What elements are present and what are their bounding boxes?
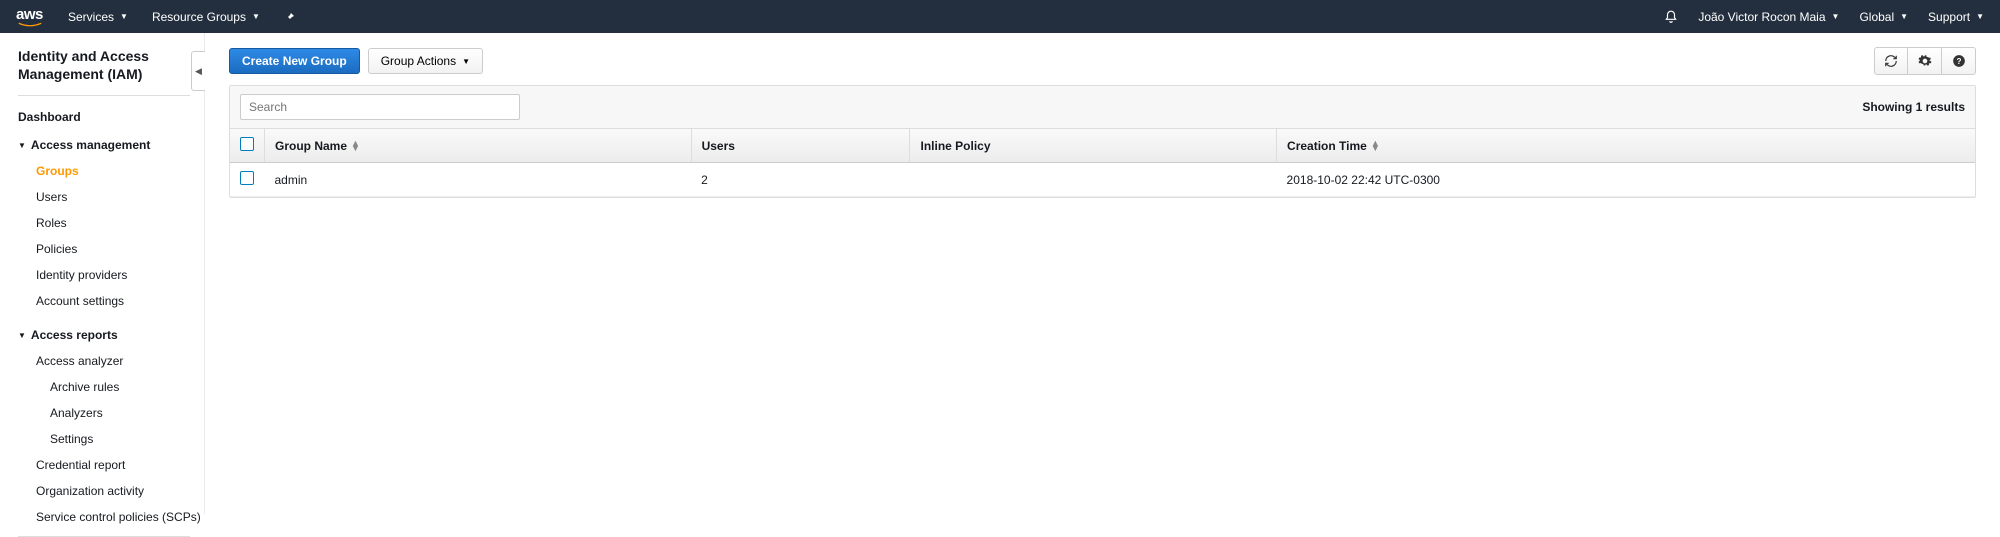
aws-logo[interactable]: aws — [16, 7, 44, 27]
sort-icon: ▲▼ — [351, 141, 360, 151]
cell-users: 2 — [691, 163, 910, 197]
groups-panel: Showing 1 results Group Name▲▼ Users Inl… — [229, 85, 1976, 198]
sidebar-item-roles[interactable]: Roles — [18, 210, 204, 236]
sidebar-item-groups[interactable]: Groups — [18, 158, 204, 184]
notifications-icon[interactable] — [1664, 10, 1678, 24]
sidebar-item-credential-report[interactable]: Credential report — [18, 452, 204, 478]
aws-swoosh-icon — [16, 22, 44, 27]
sidebar: ◀ Identity and Access Management (IAM) D… — [0, 33, 205, 514]
sidebar-item-archive-rules[interactable]: Archive rules — [18, 374, 204, 400]
nav-region[interactable]: Global▼ — [1859, 10, 1908, 24]
table-row[interactable]: admin 2 2018-10-02 22:42 UTC-0300 — [230, 163, 1975, 197]
pin-icon[interactable] — [284, 11, 296, 23]
sidebar-item-settings[interactable]: Settings — [18, 426, 204, 452]
sidebar-title: Identity and Access Management (IAM) — [18, 47, 190, 96]
top-nav: aws Services▼ Resource Groups▼ João Vict… — [0, 0, 2000, 33]
sidebar-collapse-handle[interactable]: ◀ — [191, 51, 205, 91]
triangle-down-icon: ▼ — [18, 331, 26, 340]
main-content: Create New Group Group Actions▼ ? Showin… — [205, 33, 2000, 514]
caret-down-icon: ▼ — [252, 12, 260, 21]
help-icon: ? — [1952, 54, 1966, 68]
create-new-group-button[interactable]: Create New Group — [229, 48, 360, 74]
caret-down-icon: ▼ — [462, 57, 470, 66]
sidebar-item-users[interactable]: Users — [18, 184, 204, 210]
svg-text:?: ? — [1956, 57, 1961, 66]
sidebar-section-access-reports[interactable]: ▼ Access reports — [18, 320, 204, 348]
select-all-checkbox[interactable] — [240, 137, 254, 151]
col-creation-time[interactable]: Creation Time▲▼ — [1277, 129, 1975, 163]
groups-table: Group Name▲▼ Users Inline Policy Creatio… — [230, 129, 1975, 197]
sidebar-item-access-analyzer[interactable]: Access analyzer — [18, 348, 204, 374]
sidebar-item-analyzers[interactable]: Analyzers — [18, 400, 204, 426]
col-group-name[interactable]: Group Name▲▼ — [265, 129, 692, 163]
sidebar-item-policies[interactable]: Policies — [18, 236, 204, 262]
col-users[interactable]: Users — [691, 129, 910, 163]
row-checkbox[interactable] — [240, 171, 254, 185]
panel-filter-bar: Showing 1 results — [230, 86, 1975, 129]
help-button[interactable]: ? — [1942, 47, 1976, 75]
settings-button[interactable] — [1908, 47, 1942, 75]
nav-services[interactable]: Services▼ — [68, 10, 128, 24]
caret-down-icon: ▼ — [1832, 12, 1840, 21]
group-actions-button[interactable]: Group Actions▼ — [368, 48, 483, 74]
col-select-all[interactable] — [230, 129, 265, 163]
caret-down-icon: ▼ — [120, 12, 128, 21]
results-count: Showing 1 results — [1862, 100, 1965, 114]
sidebar-section-access-management[interactable]: ▼ Access management — [18, 130, 204, 158]
nav-resource-groups[interactable]: Resource Groups▼ — [152, 10, 260, 24]
toolbar: Create New Group Group Actions▼ ? — [229, 47, 1976, 75]
search-input[interactable] — [240, 94, 520, 120]
nav-left: Services▼ Resource Groups▼ — [68, 10, 296, 24]
sidebar-item-identity-providers[interactable]: Identity providers — [18, 262, 204, 288]
refresh-icon — [1884, 54, 1898, 68]
sidebar-item-organization-activity[interactable]: Organization activity — [18, 478, 204, 504]
cell-group-name: admin — [265, 163, 692, 197]
sort-icon: ▲▼ — [1371, 141, 1380, 151]
cell-inline-policy — [910, 163, 1277, 197]
caret-down-icon: ▼ — [1976, 12, 1984, 21]
sidebar-item-scps[interactable]: Service control policies (SCPs) — [18, 504, 204, 530]
gear-icon — [1918, 54, 1932, 68]
nav-right: João Victor Rocon Maia▼ Global▼ Support▼ — [1664, 10, 1984, 24]
cell-creation-time: 2018-10-02 22:42 UTC-0300 — [1277, 163, 1975, 197]
col-inline-policy[interactable]: Inline Policy — [910, 129, 1277, 163]
sidebar-dashboard[interactable]: Dashboard — [18, 104, 204, 130]
nav-user[interactable]: João Victor Rocon Maia▼ — [1698, 10, 1839, 24]
refresh-button[interactable] — [1874, 47, 1908, 75]
caret-down-icon: ▼ — [1900, 12, 1908, 21]
nav-support[interactable]: Support▼ — [1928, 10, 1984, 24]
triangle-down-icon: ▼ — [18, 141, 26, 150]
sidebar-item-account-settings[interactable]: Account settings — [18, 288, 204, 314]
